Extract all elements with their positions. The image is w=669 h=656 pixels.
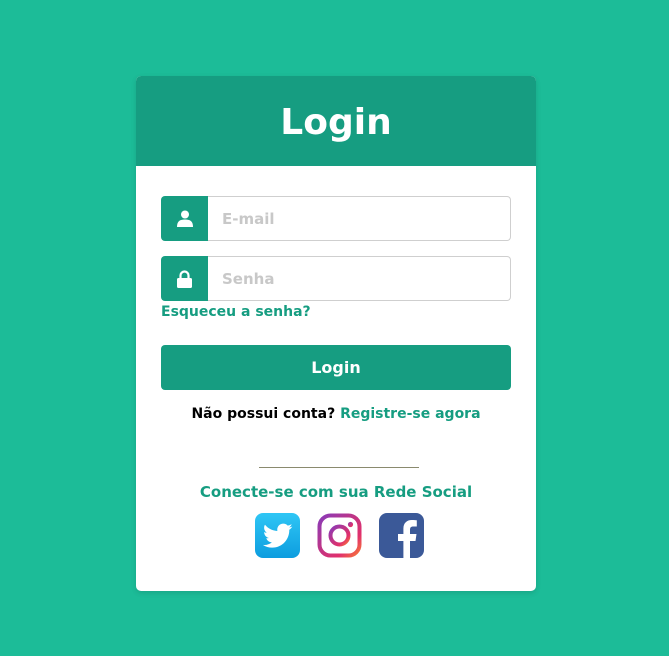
card-header: Login	[136, 76, 536, 166]
email-field-group	[161, 196, 511, 241]
facebook-icon[interactable]	[379, 513, 424, 558]
login-card: Login Esqueceu a senha? Login Não possui…	[136, 76, 536, 591]
twitter-icon[interactable]	[255, 513, 300, 558]
lock-icon	[161, 256, 208, 301]
social-buttons	[255, 513, 424, 558]
login-button[interactable]: Login	[161, 345, 511, 390]
password-field-group	[161, 256, 511, 301]
instagram-icon[interactable]	[317, 513, 362, 558]
register-line: Não possui conta? Registre-se agora	[136, 406, 536, 422]
register-prompt: Não possui conta?	[191, 406, 336, 422]
register-link[interactable]: Registre-se agora	[340, 406, 480, 422]
divider	[259, 467, 419, 468]
social-heading: Conecte-se com sua Rede Social	[199, 483, 473, 501]
user-icon	[161, 196, 208, 241]
password-input[interactable]	[208, 256, 511, 301]
page-title: Login	[280, 101, 392, 143]
email-input[interactable]	[208, 196, 511, 241]
forgot-password-link[interactable]: Esqueceu a senha?	[161, 304, 311, 320]
